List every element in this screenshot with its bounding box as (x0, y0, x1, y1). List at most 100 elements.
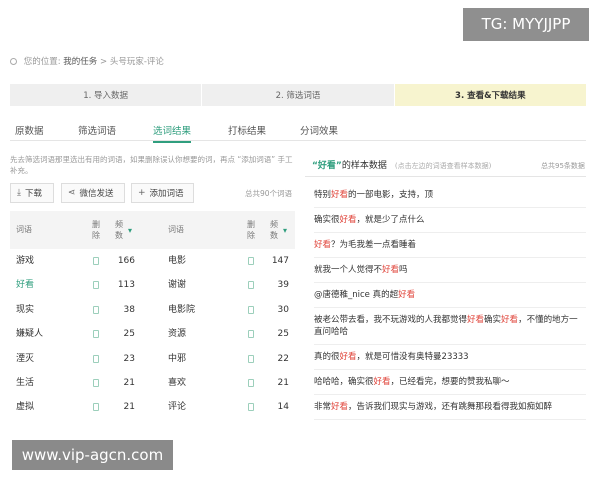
freq-cell: 22 (277, 353, 289, 364)
word-table: 词语 删除 频数 ▾ 词语 删除 频数 ▾ 游戏 166 电影 147 好看 113 谢谢 3… (10, 211, 295, 420)
breadcrumb-path: 头号玩家-评论 (109, 57, 164, 67)
header-delete-2: 删除 (247, 220, 255, 240)
delete-icon[interactable] (93, 281, 99, 290)
word-cell[interactable]: 好看 (16, 273, 34, 297)
table-row: 嫌疑人 25 资源 25 (10, 322, 295, 346)
download-button[interactable]: ⤓ 下载 (10, 183, 54, 203)
delete-icon[interactable] (248, 281, 254, 290)
table-header: 词语 删除 频数 ▾ 词语 删除 频数 ▾ (10, 211, 295, 249)
table-row: 游戏 166 电影 147 (10, 249, 295, 273)
sample-title: “好看”的样本数据 (点击左边的词语查看样本数据) (312, 158, 491, 171)
sort-desc-icon[interactable]: ▾ (128, 225, 132, 236)
breadcrumb-separator: > (100, 57, 108, 67)
sample-text: 被老公带去看，我不玩游戏的人我都觉得 (314, 315, 468, 325)
freq-cell: 14 (277, 402, 289, 413)
sample-item: 被老公带去看，我不玩游戏的人我都觉得好看确实好看，不懂的地方一直问哈哈 (314, 308, 586, 345)
word-cell[interactable]: 嫌疑人 (16, 322, 43, 346)
table-row: 生活 21 喜欢 21 (10, 371, 295, 395)
delete-icon[interactable] (248, 257, 254, 265)
sample-text: 就我一个人觉得不 (314, 265, 383, 275)
keyword-highlight: 好看 (339, 215, 357, 225)
sample-text: ？为毛我差一点看睡着 (331, 240, 417, 250)
keyword-highlight: 好看 (398, 290, 416, 300)
sample-item: 就我一个人觉得不好看吗 (314, 258, 586, 283)
sample-count: 总共95条数据 (541, 162, 585, 170)
share-icon: ⋖ (68, 188, 76, 198)
sample-text: 吗 (399, 265, 408, 275)
keyword-highlight: 好看 (373, 377, 391, 387)
delete-icon[interactable] (248, 330, 254, 339)
word-cell[interactable]: 虚拟 (16, 395, 34, 419)
breadcrumb-current[interactable]: 我的任务 (63, 57, 97, 67)
sample-item: 特别好看的一部电影，支持，顶 (314, 183, 586, 208)
sample-text: 确实很 (314, 215, 340, 225)
sample-text: 非常 (314, 402, 332, 412)
delete-icon[interactable] (248, 305, 254, 314)
word-cell[interactable]: 评论 (168, 395, 186, 419)
sample-hint: (点击左边的词语查看样本数据) (394, 162, 492, 170)
word-cell[interactable]: 电影 (168, 249, 186, 273)
instruction-tip: 先去筛选词语那里选出有用的词语，如果删除误认你想要的词，再点 “添加词语” 手工… (10, 155, 293, 175)
keyword-highlight: 好看 (501, 315, 519, 325)
header-freq-2[interactable]: 频数 (268, 219, 280, 241)
watermark-top: TG: MYYJJPP (463, 8, 589, 41)
word-cell[interactable]: 电影院 (168, 298, 195, 322)
word-cell[interactable]: 喜欢 (168, 371, 186, 395)
delete-icon[interactable] (93, 305, 99, 314)
keyword-highlight: 好看 (467, 315, 485, 325)
wechat-send-button[interactable]: ⋖ 微信发送 (61, 183, 125, 203)
delete-icon[interactable] (248, 354, 254, 363)
step-import[interactable]: 1. 导入数据 (10, 84, 203, 106)
tab-tagging-results[interactable]: 打标结果 (228, 123, 266, 137)
freq-cell: 38 (123, 304, 135, 315)
delete-icon[interactable] (248, 378, 254, 387)
step-filter[interactable]: 2. 筛选词语 (202, 84, 395, 106)
location-icon (10, 58, 17, 65)
tab-segmentation[interactable]: 分词效果 (300, 123, 338, 137)
download-icon: ⤓ (17, 188, 21, 198)
header-word-2: 词语 (168, 225, 184, 234)
delete-icon[interactable] (93, 354, 99, 363)
word-cell[interactable]: 现实 (16, 298, 34, 322)
delete-icon[interactable] (93, 257, 99, 265)
sample-text: ，就是可惜没有奥特曼23333 (356, 352, 469, 362)
freq-cell: 21 (277, 377, 289, 388)
word-cell[interactable]: 中邪 (168, 347, 186, 371)
word-cell[interactable]: 游戏 (16, 249, 34, 273)
keyword-highlight: 好看 (331, 402, 349, 412)
breadcrumb: 您的位置: 我的任务 > 头号玩家-评论 (10, 55, 164, 67)
step-view-download[interactable]: 3. 查看&下载结果 (394, 84, 586, 106)
word-cell[interactable]: 资源 (168, 322, 186, 346)
freq-cell: 166 (117, 256, 135, 266)
step-bar: 1. 导入数据 2. 筛选词语 3. 查看&下载结果 (10, 84, 586, 106)
word-cell[interactable]: 谢谢 (168, 273, 186, 297)
sort-desc-icon[interactable]: ▾ (283, 225, 287, 236)
delete-icon[interactable] (93, 378, 99, 387)
tab-bar: 原数据 筛选词语 选词结果 打标结果 分词效果 (10, 119, 586, 143)
freq-cell: 25 (123, 329, 135, 340)
add-word-button[interactable]: + 添加词语 (131, 183, 194, 203)
sample-text: ，告诉我们现实与游戏，还有跳舞那段看得我如痴如醉 (348, 402, 553, 412)
sample-item: 确实很好看，就是少了点什么 (314, 208, 586, 233)
freq-cell: 39 (277, 280, 289, 291)
delete-icon[interactable] (93, 330, 99, 339)
sample-text: 的一部电影，支持，顶 (348, 190, 434, 200)
table-row: 现实 38 电影院 30 (10, 298, 295, 322)
delete-icon[interactable] (93, 403, 99, 412)
header-delete-1: 删除 (92, 220, 100, 240)
header-freq-1[interactable]: 频数 (113, 219, 125, 241)
delete-icon[interactable] (248, 403, 254, 412)
sample-item: @唐德稚_nice 真的超好看 (314, 283, 586, 308)
table-row: 好看 113 谢谢 39 (10, 273, 295, 297)
plus-icon: + (138, 188, 146, 198)
tab-selected-results[interactable]: 选词结果 (153, 123, 192, 143)
tab-raw-data[interactable]: 原数据 (15, 123, 44, 137)
table-row: 湮灭 23 中邪 22 (10, 347, 295, 371)
word-cell[interactable]: 湮灭 (16, 347, 34, 371)
watermark-bottom: www.vip-agcn.com (12, 440, 173, 470)
freq-cell: 113 (117, 280, 135, 291)
tab-filter-words[interactable]: 筛选词语 (78, 123, 116, 137)
keyword-highlight: 好看 (382, 265, 400, 275)
freq-cell: 30 (277, 304, 289, 315)
word-cell[interactable]: 生活 (16, 371, 34, 395)
